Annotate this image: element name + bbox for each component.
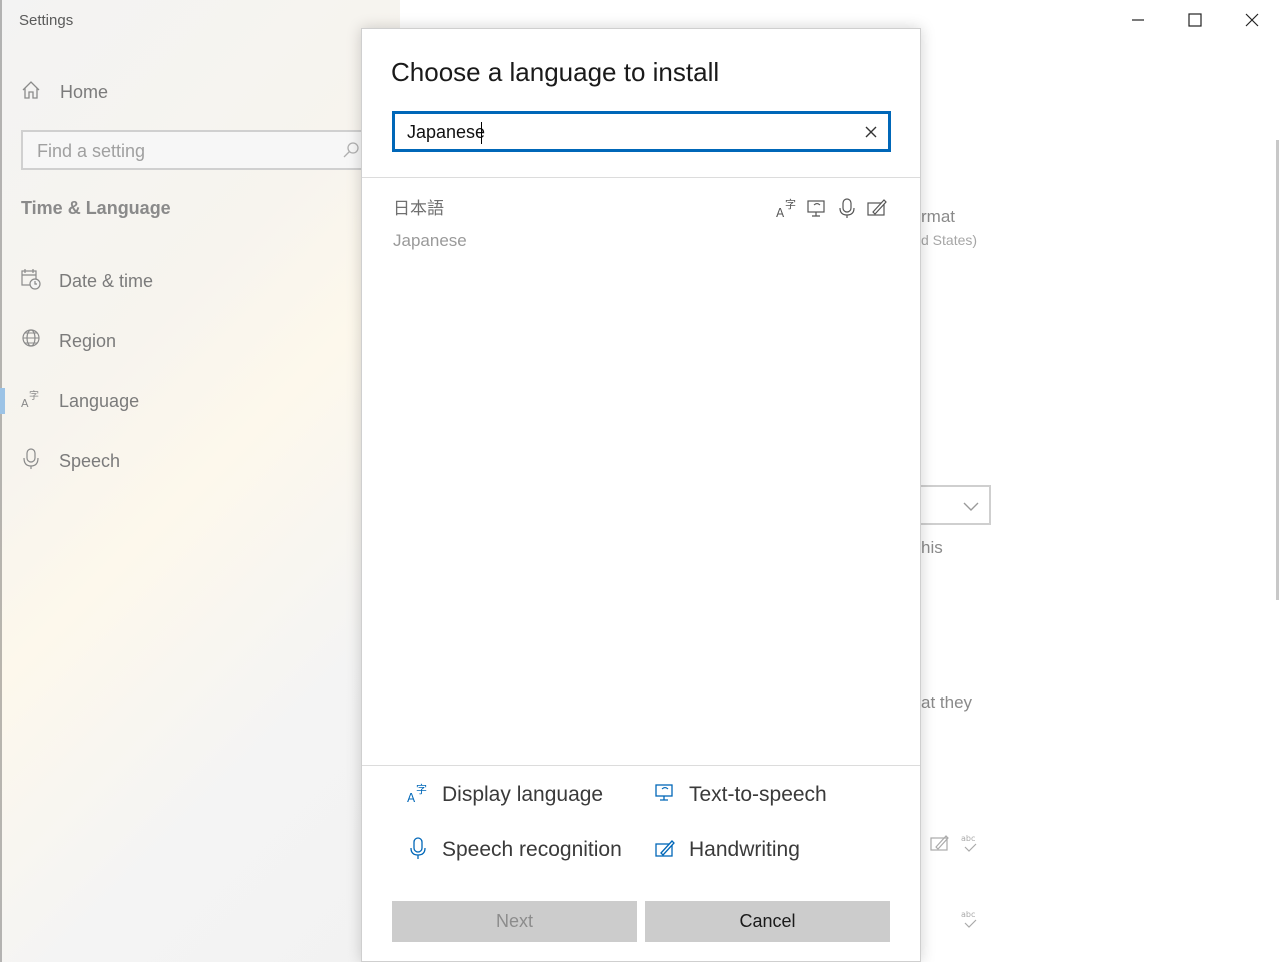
scrollbar[interactable] (1276, 140, 1279, 600)
cancel-button[interactable]: Cancel (645, 901, 890, 942)
svg-text:A: A (776, 206, 785, 219)
language-icon: A字 (21, 388, 41, 415)
legend-speech-recognition: Speech recognition (407, 836, 622, 865)
search-icon (342, 141, 360, 164)
divider (362, 177, 920, 178)
svg-text:字: 字 (29, 389, 39, 402)
chevron-down-icon (963, 499, 979, 517)
globe-icon (21, 328, 41, 355)
text-caret (481, 122, 482, 144)
svg-text:字: 字 (785, 197, 796, 211)
bg-text-fragment: rmat (921, 207, 955, 226)
svg-text:abc: abc (961, 834, 975, 843)
legend-label: Handwriting (689, 838, 800, 861)
nav-home[interactable]: Home (21, 80, 108, 104)
calendar-clock-icon (21, 268, 41, 295)
maximize-button[interactable] (1183, 8, 1207, 32)
bg-text-fragment: d States) (921, 232, 978, 248)
sidebar-item-label: Date & time (59, 270, 154, 291)
active-nav-indicator (0, 388, 5, 414)
text-to-speech-icon (806, 197, 828, 219)
minimize-button[interactable] (1126, 8, 1150, 32)
legend-label: Speech recognition (442, 838, 622, 861)
language-english-name: Japanese (393, 231, 467, 250)
home-icon (21, 80, 41, 105)
divider (362, 765, 920, 766)
language-feature-icons: A字 (776, 197, 888, 220)
language-search-box[interactable] (392, 111, 891, 152)
legend-handwriting: Handwriting (654, 837, 800, 863)
bg-dropdown[interactable] (918, 485, 991, 525)
app-title: Settings (19, 12, 74, 29)
svg-text:A: A (407, 791, 416, 805)
close-window-button[interactable] (1240, 8, 1264, 32)
language-result-item[interactable]: 日本語 Japanese A字 (362, 181, 920, 261)
sidebar-item-label: Language (59, 390, 140, 411)
next-button[interactable]: Next (392, 901, 637, 942)
bg-text-fragment: his (921, 538, 943, 557)
sidebar-item-label: Speech (59, 450, 121, 471)
sidebar-item-language[interactable]: A字 Language (21, 388, 139, 414)
find-setting-input[interactable]: Find a setting (21, 130, 366, 170)
language-native-name: 日本語 (393, 199, 444, 219)
sidebar-item-label: Region (59, 330, 117, 351)
legend-display-language: A字 Display language (407, 782, 603, 808)
microphone-icon (21, 447, 41, 475)
sidebar-item-region[interactable]: Region (21, 328, 116, 354)
window-border (0, 0, 2, 962)
handwriting-icon (654, 836, 676, 865)
sidebar-item-speech[interactable]: Speech (21, 447, 121, 475)
legend-label: Text-to-speech (689, 783, 827, 806)
display-language-icon: A字 (407, 781, 429, 810)
svg-text:abc: abc (961, 910, 975, 919)
handwriting-icon (866, 197, 888, 219)
language-search-input[interactable] (407, 120, 847, 144)
dialog-title: Choose a language to install (391, 57, 720, 87)
bg-text-fragment: at they (921, 693, 973, 712)
legend-label: Display language (442, 783, 604, 806)
find-setting-placeholder: Find a setting (37, 141, 146, 161)
speech-recognition-icon (836, 197, 858, 219)
sidebar-item-date-time[interactable]: Date & time (21, 268, 153, 294)
handwriting-icon (930, 834, 950, 857)
svg-text:A: A (21, 397, 29, 410)
nav-home-label: Home (60, 81, 109, 102)
legend-text-to-speech: Text-to-speech (654, 782, 827, 808)
choose-language-dialog: Choose a language to install 日本語 Japanes… (361, 28, 921, 962)
speech-recognition-icon (407, 836, 429, 865)
text-to-speech-icon (654, 781, 676, 810)
spellcheck-icon: abc (960, 908, 980, 937)
svg-text:字: 字 (416, 782, 427, 796)
display-language-icon: A字 (776, 197, 798, 220)
clear-search-icon[interactable] (862, 123, 880, 141)
section-title: Time & Language (21, 198, 171, 218)
spellcheck-icon: abc (960, 832, 980, 861)
